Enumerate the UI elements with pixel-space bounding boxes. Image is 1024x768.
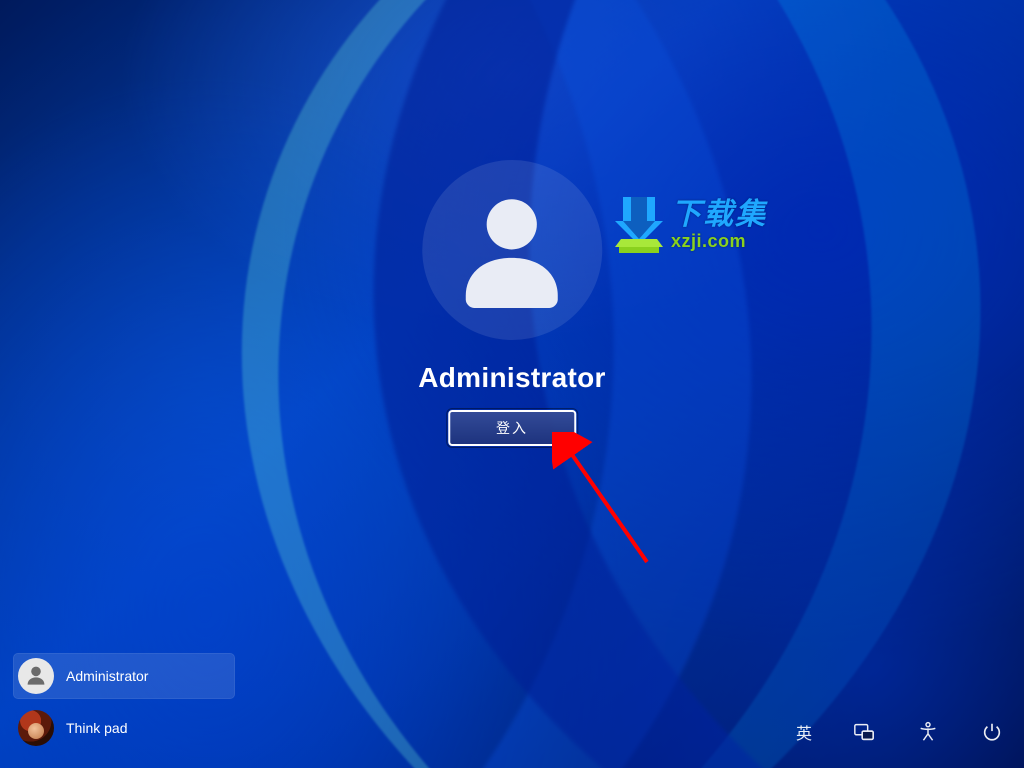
annotation-arrow xyxy=(552,432,662,572)
user-switch-label: Administrator xyxy=(66,668,148,684)
watermark-logo: 下载集 xzji.com xyxy=(615,195,767,255)
download-arrow-icon xyxy=(615,195,663,255)
signin-button[interactable]: 登入 xyxy=(448,410,576,446)
login-panel: Administrator 登入 xyxy=(418,160,605,446)
user-avatar-small xyxy=(18,658,54,694)
watermark-title-en: xzji.com xyxy=(671,232,767,250)
login-username: Administrator xyxy=(418,362,605,394)
user-icon xyxy=(459,193,564,308)
background-bloom xyxy=(243,0,1024,768)
accessibility-icon[interactable] xyxy=(912,716,944,748)
ime-indicator[interactable]: 英 xyxy=(792,716,816,748)
user-avatar xyxy=(422,160,602,340)
background-bloom xyxy=(0,0,800,768)
user-avatar-small xyxy=(18,710,54,746)
power-icon[interactable] xyxy=(976,716,1008,748)
system-tray: 英 xyxy=(792,716,1008,748)
user-switch-label: Think pad xyxy=(66,720,127,736)
user-icon xyxy=(26,665,46,687)
network-icon[interactable] xyxy=(848,716,880,748)
user-switch-thinkpad[interactable]: Think pad xyxy=(14,706,234,750)
user-switch-administrator[interactable]: Administrator xyxy=(14,654,234,698)
watermark-title-cn: 下载集 xyxy=(671,200,767,230)
user-switcher: Administrator Think pad xyxy=(14,654,234,750)
